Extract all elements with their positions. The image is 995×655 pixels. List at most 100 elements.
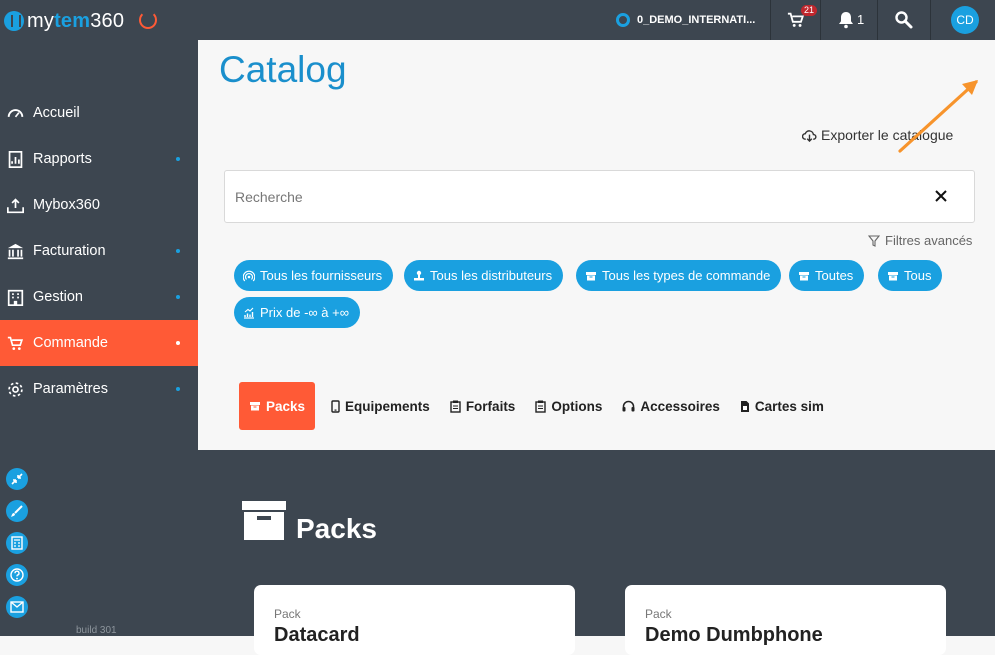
notification-count: 1 (857, 12, 865, 27)
page-title: Catalog (219, 49, 347, 90)
sim-card-icon (740, 400, 749, 412)
submenu-dot (176, 157, 180, 161)
pack-card[interactable]: Pack Datacard (254, 585, 575, 655)
tab-label: Packs (266, 398, 306, 414)
close-icon[interactable] (933, 188, 949, 204)
mail-icon[interactable] (6, 596, 28, 618)
tab-accessoires[interactable]: Accessoires (614, 382, 728, 430)
chip-label: Toutes (815, 268, 854, 283)
packs-section: Packs Pack Datacard Pack Demo Dumbphone (198, 450, 995, 655)
archive-icon (586, 271, 596, 280)
search-box (224, 170, 975, 223)
chip-label: Tous les types de commande (602, 268, 771, 283)
tab-packs[interactable]: Packs (239, 382, 316, 430)
archive-icon (799, 271, 809, 280)
sidebar-item-label: Accueil (33, 105, 80, 121)
clipboard-icon (450, 400, 461, 413)
cloud-download-icon (802, 129, 817, 142)
tab-label: Forfaits (465, 398, 516, 414)
sidebar-item-label: Commande (33, 335, 108, 351)
submenu-dot (176, 387, 180, 391)
export-catalog-link[interactable]: Exporter le catalogue (802, 127, 953, 143)
inbox-upload-icon (7, 197, 24, 214)
top-bar: mytem360 0_DEMO_INTERNATI... 21 1 CD (0, 0, 995, 40)
tab-label: Accessoires (640, 398, 720, 414)
chip-label: Tous les distributeurs (430, 268, 553, 283)
user-avatar[interactable]: CD (951, 6, 979, 34)
sidebar-item-label: Mybox360 (33, 197, 100, 213)
brush-icon[interactable] (6, 500, 28, 522)
tab-forfaits[interactable]: Forfaits (442, 382, 524, 430)
card-kicker: Pack (274, 607, 301, 621)
submenu-dot (176, 341, 180, 345)
app-logo[interactable]: mytem360 (4, 8, 124, 34)
report-icon (7, 150, 24, 168)
mobile-phone-icon (331, 399, 340, 413)
filter-chip-price[interactable]: Prix de -∞ à +∞ (234, 297, 360, 328)
search-input[interactable] (235, 171, 915, 222)
tenant-ring-icon (616, 13, 630, 27)
dashboard-icon (7, 105, 24, 122)
topbar-divider (877, 0, 878, 40)
advanced-filters-label: Filtres avancés (885, 233, 973, 248)
catalog-tabs: Packs Equipements Forfaits Options Acces… (239, 382, 836, 430)
tenant-name: 0_DEMO_INTERNATI... (637, 14, 756, 26)
sidebar: Accueil Rapports Mybox360 Facturation Ge… (0, 40, 198, 636)
filter-chip-order-types[interactable]: Tous les types de commande (576, 260, 782, 291)
tab-cartes-sim[interactable]: Cartes sim (732, 382, 832, 430)
submenu-dot (176, 295, 180, 299)
main-content: Catalog Exporter le catalogue Filtres av… (198, 40, 995, 450)
export-label: Exporter le catalogue (821, 127, 954, 143)
filter-chip-toutes[interactable]: Toutes (789, 260, 865, 291)
logo-mark-icon (4, 11, 24, 31)
archive-icon (250, 402, 260, 411)
tab-label: Options (551, 398, 603, 414)
advanced-filters-link[interactable]: Filtres avancés (868, 233, 972, 248)
annotation-arrow (898, 80, 978, 153)
help-icon[interactable] (6, 564, 28, 586)
signal-icon (243, 270, 255, 281)
sidebar-item-rapports[interactable]: Rapports (0, 136, 198, 182)
clipboard-icon (535, 400, 547, 413)
cart-icon (7, 335, 24, 352)
topbar-divider (930, 0, 931, 40)
filter-chip-suppliers[interactable]: Tous les fournisseurs (234, 260, 394, 291)
sidebar-item-facturation[interactable]: Facturation (0, 228, 198, 274)
stamp-icon (414, 270, 424, 280)
chip-label: Tous les fournisseurs (260, 268, 383, 283)
collapse-icon[interactable] (6, 468, 28, 490)
filter-icon (868, 234, 880, 247)
sidebar-item-gestion[interactable]: Gestion (0, 274, 198, 320)
search-icon[interactable] (894, 10, 914, 30)
sidebar-item-accueil[interactable]: Accueil (0, 90, 198, 136)
chart-growth-icon (244, 307, 254, 319)
tab-equipements[interactable]: Equipements (323, 382, 438, 430)
sidebar-item-parametres[interactable]: Paramètres (0, 366, 198, 412)
sidebar-item-label: Facturation (33, 243, 106, 259)
bank-icon (7, 243, 24, 260)
archive-icon (888, 271, 898, 280)
sidebar-item-label: Gestion (33, 289, 83, 305)
pack-card[interactable]: Pack Demo Dumbphone (625, 585, 946, 655)
tenant-selector[interactable]: 0_DEMO_INTERNATI... (616, 0, 755, 40)
logo-text: mytem360 (27, 9, 125, 32)
loading-spinner-icon (139, 11, 157, 29)
filter-chip-tous[interactable]: Tous (878, 260, 943, 291)
topbar-divider (770, 0, 771, 40)
tab-label: Equipements (345, 398, 430, 414)
sidebar-item-mybox360[interactable]: Mybox360 (0, 182, 198, 228)
submenu-dot (176, 249, 180, 253)
sidebar-item-commande[interactable]: Commande (0, 320, 198, 366)
building-icon (7, 289, 24, 306)
chip-label: Prix de -∞ à +∞ (260, 305, 349, 320)
sidebar-item-label: Rapports (33, 151, 92, 167)
headphones-icon (622, 400, 635, 412)
card-kicker: Pack (645, 607, 672, 621)
cart-count-badge: 21 (801, 5, 818, 16)
chip-label: Tous (904, 268, 932, 283)
bell-icon[interactable] (836, 10, 856, 30)
filter-chip-distributors[interactable]: Tous les distributeurs (404, 260, 564, 291)
sidebar-item-label: Paramètres (33, 381, 108, 397)
calculator-icon[interactable] (6, 532, 28, 554)
tab-options[interactable]: Options (527, 382, 610, 430)
